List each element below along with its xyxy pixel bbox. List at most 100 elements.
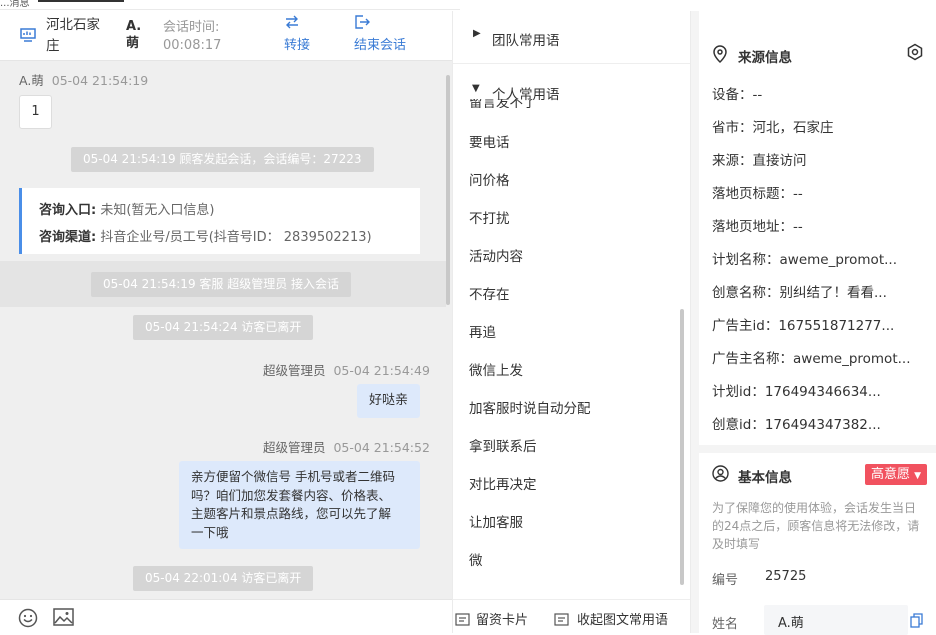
user-icon: [712, 465, 729, 482]
field-label: 广告主名称：: [712, 351, 793, 367]
field-label: 省市：: [712, 120, 753, 136]
monitor-icon: [20, 28, 36, 42]
chat-messages[interactable]: A.萌 05-04 21:54:19 1 05-04 21:54:19 顾客发起…: [0, 61, 452, 599]
team-phrases-group[interactable]: 团队常用语: [492, 29, 560, 49]
divider: [453, 599, 690, 600]
sender-name: 超级管理员: [263, 363, 326, 378]
message-icon: [554, 613, 569, 626]
end-session-label: 结束会话: [354, 38, 407, 53]
message-text: 好哒亲: [368, 393, 408, 408]
field-value: --: [793, 219, 803, 235]
field-value: 直接访问: [752, 153, 807, 169]
phrase-item[interactable]: 活动内容: [469, 245, 523, 265]
phrase-item[interactable]: 要电话: [469, 131, 510, 151]
chat-scrollbar[interactable]: [446, 75, 450, 305]
intent-badge[interactable]: 高意愿 ▼: [865, 464, 928, 485]
collapse-phrases-button[interactable]: 收起图文常用语: [554, 609, 668, 628]
caret-right-icon: ▶: [473, 28, 481, 39]
phrases-scrollbar[interactable]: [680, 309, 684, 585]
settings-icon[interactable]: [906, 43, 924, 61]
field-label: 计划id：: [712, 384, 765, 400]
transfer-label: 转接: [284, 38, 311, 53]
caret-down-icon: ▼: [914, 471, 922, 481]
consult-channel-row: 咨询渠道: 抖音企业号/员工号(抖音号ID： 2839502213): [39, 226, 372, 245]
phrase-item[interactable]: 微信上发: [469, 359, 523, 379]
source-row: 计划名称：aweme_promot...: [712, 248, 912, 268]
phrase-item[interactable]: 对比再决定: [469, 473, 537, 493]
phrase-item[interactable]: 微: [469, 549, 483, 569]
copy-icon[interactable]: [910, 613, 923, 628]
source-row: 广告主id：167551871277...: [712, 314, 912, 334]
intent-label: 高意愿: [871, 467, 911, 482]
field-label: 创意id：: [712, 417, 765, 433]
field-value: --: [752, 87, 763, 103]
lead-card-button[interactable]: 留资卡片: [455, 609, 528, 628]
source-row: 省市：河北，石家庄: [712, 116, 912, 136]
source-row: 落地页地址：--: [712, 215, 912, 235]
source-row: 创意名称：别纠结了！看看...: [712, 281, 912, 301]
chat-header: 河北石家庄 A.萌 会话时间: 00:08:17 转接 结束会话: [0, 11, 452, 61]
exit-icon: [355, 15, 370, 29]
location-pin-icon: [713, 45, 727, 63]
consult-info-card: 咨询入口: 未知(暂无入口信息) 咨询渠道: 抖音企业号/员工号(抖音号ID： …: [19, 188, 420, 254]
consult-channel-label: 咨询渠道:: [39, 230, 97, 245]
phrase-item[interactable]: 让加客服: [469, 511, 523, 531]
input-toolbar: [0, 599, 452, 633]
sender-name: 超级管理员: [263, 440, 326, 455]
phrase-item[interactable]: 再追: [469, 321, 496, 341]
field-value: 176494346634...: [764, 384, 881, 400]
field-value: --: [793, 186, 803, 202]
transfer-button[interactable]: 转接: [284, 14, 310, 53]
field-label: 落地页地址：: [712, 219, 793, 235]
phrase-item[interactable]: 问价格: [469, 169, 510, 189]
session-time-value: 00:08:17: [163, 38, 222, 53]
agent-message-bubble: 亲方便留个微信号 手机号或者二维码 吗？咱们加您发套餐内容、价格表、 主题客片和…: [179, 461, 420, 549]
phrase-item[interactable]: 加客服时说自动分配: [469, 397, 591, 417]
transfer-icon: [286, 15, 298, 29]
divider: [453, 63, 690, 64]
active-tab-indicator: [38, 0, 124, 2]
consult-channel-value: 抖音企业号/员工号(抖音号ID： 2839502213): [100, 230, 372, 245]
message-line: 吗？咱们加您发套餐内容、价格表、: [191, 487, 392, 503]
visitor-message-bubble: 1: [19, 95, 52, 129]
card-icon: [455, 613, 470, 626]
top-tab-stub[interactable]: ...消息: [0, 0, 30, 9]
field-value: 167551871277...: [778, 318, 895, 334]
lead-card-label: 留资卡片: [476, 613, 529, 628]
message-time: 05-04 21:54:19: [51, 73, 149, 88]
id-value: 25725: [765, 569, 807, 584]
phrase-label: 留言发不了: [469, 99, 537, 108]
system-notice: 05-04 21:54:19 客服 超级管理员 接入会话: [91, 272, 352, 297]
name-label: 姓名: [712, 617, 739, 632]
source-row: 计划id：176494346634...: [712, 380, 912, 400]
phrase-item[interactable]: 不打扰: [469, 207, 510, 227]
field-value: 河北，石家庄: [752, 120, 834, 136]
section-gap: [699, 445, 936, 453]
field-value: 176494347382...: [764, 417, 881, 433]
field-label: 广告主id：: [712, 318, 779, 334]
system-notice: 05-04 21:54:19 顾客发起会话，会话编号：27223: [71, 147, 374, 172]
smile-icon[interactable]: [18, 608, 38, 628]
name-field[interactable]: A.萌: [764, 605, 908, 635]
message-meta: 超级管理员 05-04 21:54:52: [263, 437, 430, 456]
message-line: 亲方便留个微信号 手机号或者二维码: [191, 469, 395, 484]
phrase-item[interactable]: 不存在: [469, 283, 510, 303]
message-line: 主题客片和景点路线，您可以先了解: [191, 506, 392, 521]
source-info-title: 来源信息: [738, 50, 792, 66]
message-line: 一下哦: [191, 524, 229, 540]
end-session-button[interactable]: 结束会话: [354, 14, 406, 53]
field-value: 别纠结了！看看...: [779, 285, 887, 301]
phrase-item[interactable]: 拿到联系后: [469, 435, 537, 455]
field-value: aweme_promot...: [793, 351, 911, 367]
visitor-location: 河北石家庄: [46, 17, 100, 54]
message-time: 05-04 21:54:52: [333, 440, 430, 455]
image-icon[interactable]: [53, 608, 74, 626]
phrase-item-partial[interactable]: 留言发不了: [469, 99, 537, 108]
field-label: 创意名称：: [712, 285, 780, 301]
phrases-panel: ▶ 团队常用语 ▼ 个人常用语 留言发不了 要电话 问价格 不打扰 活动内容 不…: [452, 11, 691, 633]
field-value: aweme_promot...: [779, 252, 898, 268]
message-meta: A.萌 05-04 21:54:19: [19, 70, 148, 89]
id-label: 编号: [712, 573, 739, 588]
visitor-name: A.萌: [126, 19, 142, 51]
basic-info-title: 基本信息: [738, 470, 792, 486]
